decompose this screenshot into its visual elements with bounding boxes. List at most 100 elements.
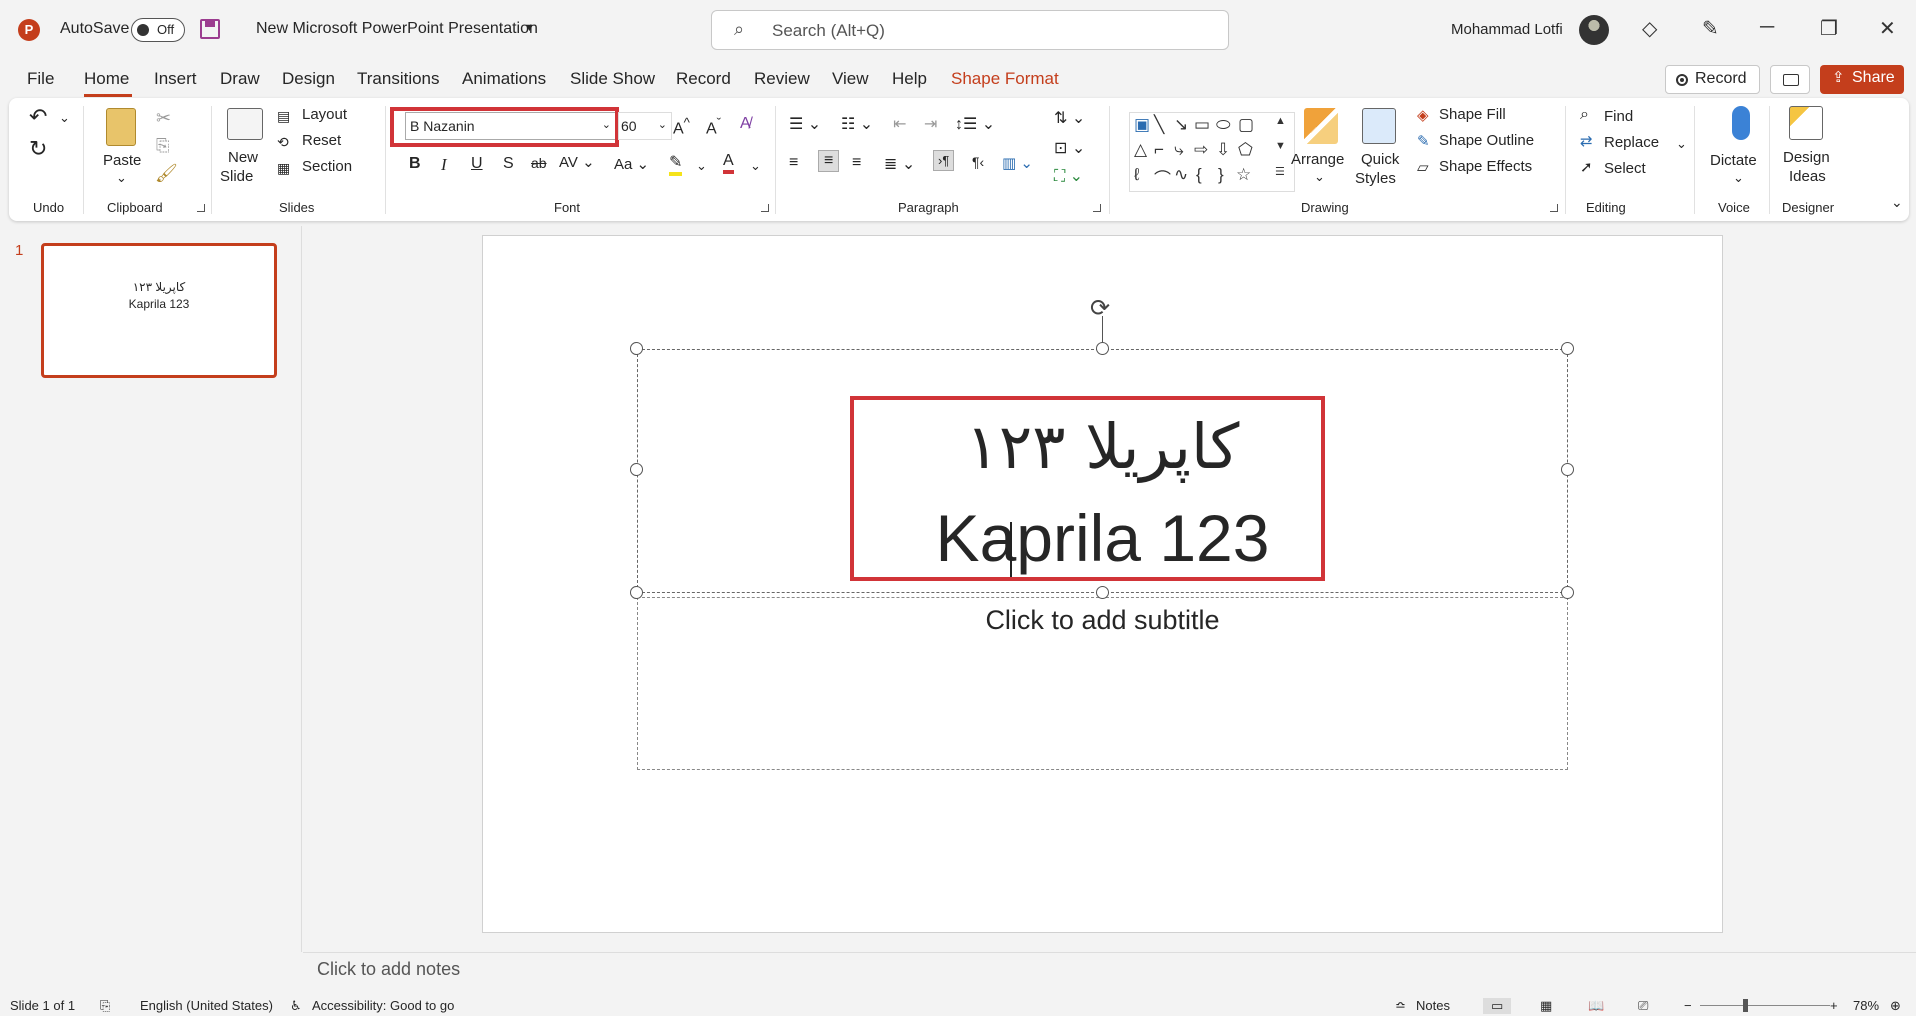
decrease-font-size-icon[interactable]: Aˇ	[706, 115, 721, 138]
slide-thumbnail[interactable]: کاپریلا ۱۲۳ Kaprila 123	[41, 243, 277, 378]
align-left-icon[interactable]: ≡	[789, 154, 798, 172]
normal-view-icon[interactable]: ▭	[1483, 998, 1512, 1014]
resize-handle-bottom[interactable]	[1096, 586, 1109, 599]
zoom-level[interactable]: 78%	[1853, 998, 1879, 1013]
reading-view-icon[interactable]: 📖	[1588, 998, 1604, 1014]
resize-handle-bottom-right[interactable]	[1561, 586, 1574, 599]
dictate-label[interactable]: Dictate	[1710, 152, 1757, 169]
notes-pane[interactable]: Click to add notes	[303, 952, 1916, 986]
star-shape-icon[interactable]: ☆	[1236, 165, 1251, 185]
quick-styles-label-2[interactable]: Styles	[1355, 170, 1396, 187]
quick-styles-label-1[interactable]: Quick	[1361, 151, 1399, 168]
arrange-icon[interactable]	[1304, 108, 1338, 144]
tab-record[interactable]: Record	[676, 69, 731, 89]
shape-fill-button[interactable]: Shape Fill	[1439, 106, 1506, 123]
language-status[interactable]: English (United States)	[140, 998, 273, 1013]
increase-font-size-icon[interactable]: A^	[673, 115, 690, 138]
tab-slide-show[interactable]: Slide Show	[570, 69, 655, 89]
right-brace-shape-icon[interactable]: }	[1218, 165, 1224, 185]
save-icon[interactable]	[200, 19, 220, 39]
document-title[interactable]: New Microsoft PowerPoint Presentation	[256, 20, 538, 38]
design-ideas-label-2[interactable]: Ideas	[1789, 168, 1826, 185]
line-spacing-icon[interactable]: ↕☰ ⌄	[955, 114, 995, 134]
rectangle-shape-icon[interactable]: ▭	[1194, 115, 1210, 135]
replace-button[interactable]: Replace	[1604, 134, 1659, 151]
align-center-icon[interactable]: ≡	[818, 150, 840, 172]
clear-formatting-icon[interactable]: A̸	[740, 115, 751, 133]
chevron-down-icon[interactable]: ⌄	[696, 158, 707, 174]
arc-shape-icon[interactable]: ⌒	[1154, 165, 1171, 190]
comments-button[interactable]	[1770, 65, 1810, 94]
chevron-down-icon[interactable]: ⌄	[1733, 170, 1744, 186]
scribble-shape-icon[interactable]: ℓ	[1134, 165, 1140, 185]
collapse-ribbon-icon[interactable]: ⌄	[1891, 194, 1903, 211]
character-spacing-icon[interactable]: AV ⌄	[559, 153, 595, 171]
design-ideas-label-1[interactable]: Design	[1783, 149, 1830, 166]
undo-icon[interactable]: ↶	[29, 104, 47, 130]
zoom-in-icon[interactable]: +	[1830, 998, 1838, 1013]
new-slide-label-1[interactable]: New	[228, 149, 258, 166]
line-shape-icon[interactable]: ╲	[1154, 115, 1164, 135]
chevron-down-icon[interactable]: ⌄	[750, 158, 761, 174]
chevron-down-icon[interactable]: ⌄	[1314, 169, 1325, 185]
paste-icon[interactable]	[106, 108, 136, 146]
new-slide-label-2[interactable]: Slide	[220, 168, 253, 185]
highlight-color-icon[interactable]: ✎	[669, 152, 683, 176]
slide-show-icon[interactable]: ⎚	[1638, 998, 1648, 1014]
zoom-slider[interactable]	[1700, 1005, 1830, 1006]
tab-shape-format[interactable]: Shape Format	[951, 69, 1059, 89]
font-size-select[interactable]: 60 ⌄	[618, 112, 672, 140]
oval-shape-icon[interactable]: ⬭	[1216, 115, 1231, 135]
search-input[interactable]: ⌕ Search (Alt+Q)	[711, 10, 1229, 50]
format-painter-icon[interactable]: 🖌	[155, 163, 178, 184]
down-arrow-shape-icon[interactable]: ⇩	[1216, 140, 1230, 160]
share-button[interactable]: Share	[1820, 65, 1904, 94]
numbering-icon[interactable]: ☷ ⌄	[841, 114, 873, 134]
microphone-icon[interactable]	[1732, 106, 1750, 140]
freeform-shape-icon[interactable]: ⬠	[1238, 140, 1253, 160]
increase-indent-icon[interactable]: ⇥	[924, 114, 937, 134]
decrease-indent-icon[interactable]: ⇤	[893, 114, 906, 134]
paste-label[interactable]: Paste	[103, 152, 141, 169]
strikethrough-icon[interactable]: ab	[531, 155, 547, 171]
italic-icon[interactable]: I	[441, 155, 447, 175]
cut-icon[interactable]: ✂	[156, 108, 171, 129]
curve-shape-icon[interactable]: ∿	[1174, 165, 1188, 185]
text-direction-icon[interactable]: ⇅ ⌄	[1054, 108, 1085, 128]
resize-handle-top-right[interactable]	[1561, 342, 1574, 355]
gallery-more-icon[interactable]: ☰	[1275, 165, 1285, 178]
rotate-handle-icon[interactable]: ⟳	[1090, 294, 1110, 323]
zoom-slider-thumb[interactable]	[1743, 999, 1748, 1012]
chevron-down-icon[interactable]: ⌄	[1676, 136, 1687, 152]
shadow-icon[interactable]: S	[503, 155, 514, 173]
tab-help[interactable]: Help	[892, 69, 927, 89]
tab-draw[interactable]: Draw	[220, 69, 260, 89]
tab-view[interactable]: View	[832, 69, 869, 89]
resize-handle-top[interactable]	[1096, 342, 1109, 355]
triangle-shape-icon[interactable]: △	[1134, 140, 1147, 160]
bullets-icon[interactable]: ☰ ⌄	[789, 114, 821, 134]
avatar[interactable]	[1579, 15, 1609, 45]
tab-transitions[interactable]: Transitions	[357, 69, 440, 89]
tab-file[interactable]: File	[27, 69, 54, 89]
drawing-launcher-icon[interactable]	[1550, 204, 1558, 212]
tab-home[interactable]: Home	[84, 69, 129, 89]
undo-dropdown-icon[interactable]: ⌄	[59, 110, 70, 126]
autosave-toggle[interactable]: Off	[131, 18, 185, 42]
tab-design[interactable]: Design	[282, 69, 335, 89]
rtl-direction-icon[interactable]: ›¶	[933, 150, 955, 171]
paste-dropdown-icon[interactable]: ⌄	[116, 170, 127, 186]
change-case-icon[interactable]: Aa ⌄	[614, 155, 649, 173]
right-arrow-shape-icon[interactable]: ⇨	[1194, 140, 1208, 160]
tab-insert[interactable]: Insert	[154, 69, 197, 89]
tab-animations[interactable]: Animations	[462, 69, 546, 89]
accessibility-status[interactable]: Accessibility: Good to go	[312, 998, 454, 1013]
shape-effects-button[interactable]: Shape Effects	[1439, 158, 1532, 175]
clipboard-launcher-icon[interactable]	[197, 204, 205, 212]
convert-smartart-icon[interactable]: ⛶ ⌄	[1054, 166, 1083, 186]
align-right-icon[interactable]: ≡	[852, 154, 861, 172]
shape-outline-button[interactable]: Shape Outline	[1439, 132, 1534, 149]
redo-icon[interactable]: ↻	[29, 136, 47, 162]
find-button[interactable]: Find	[1604, 108, 1633, 125]
tab-review[interactable]: Review	[754, 69, 810, 89]
